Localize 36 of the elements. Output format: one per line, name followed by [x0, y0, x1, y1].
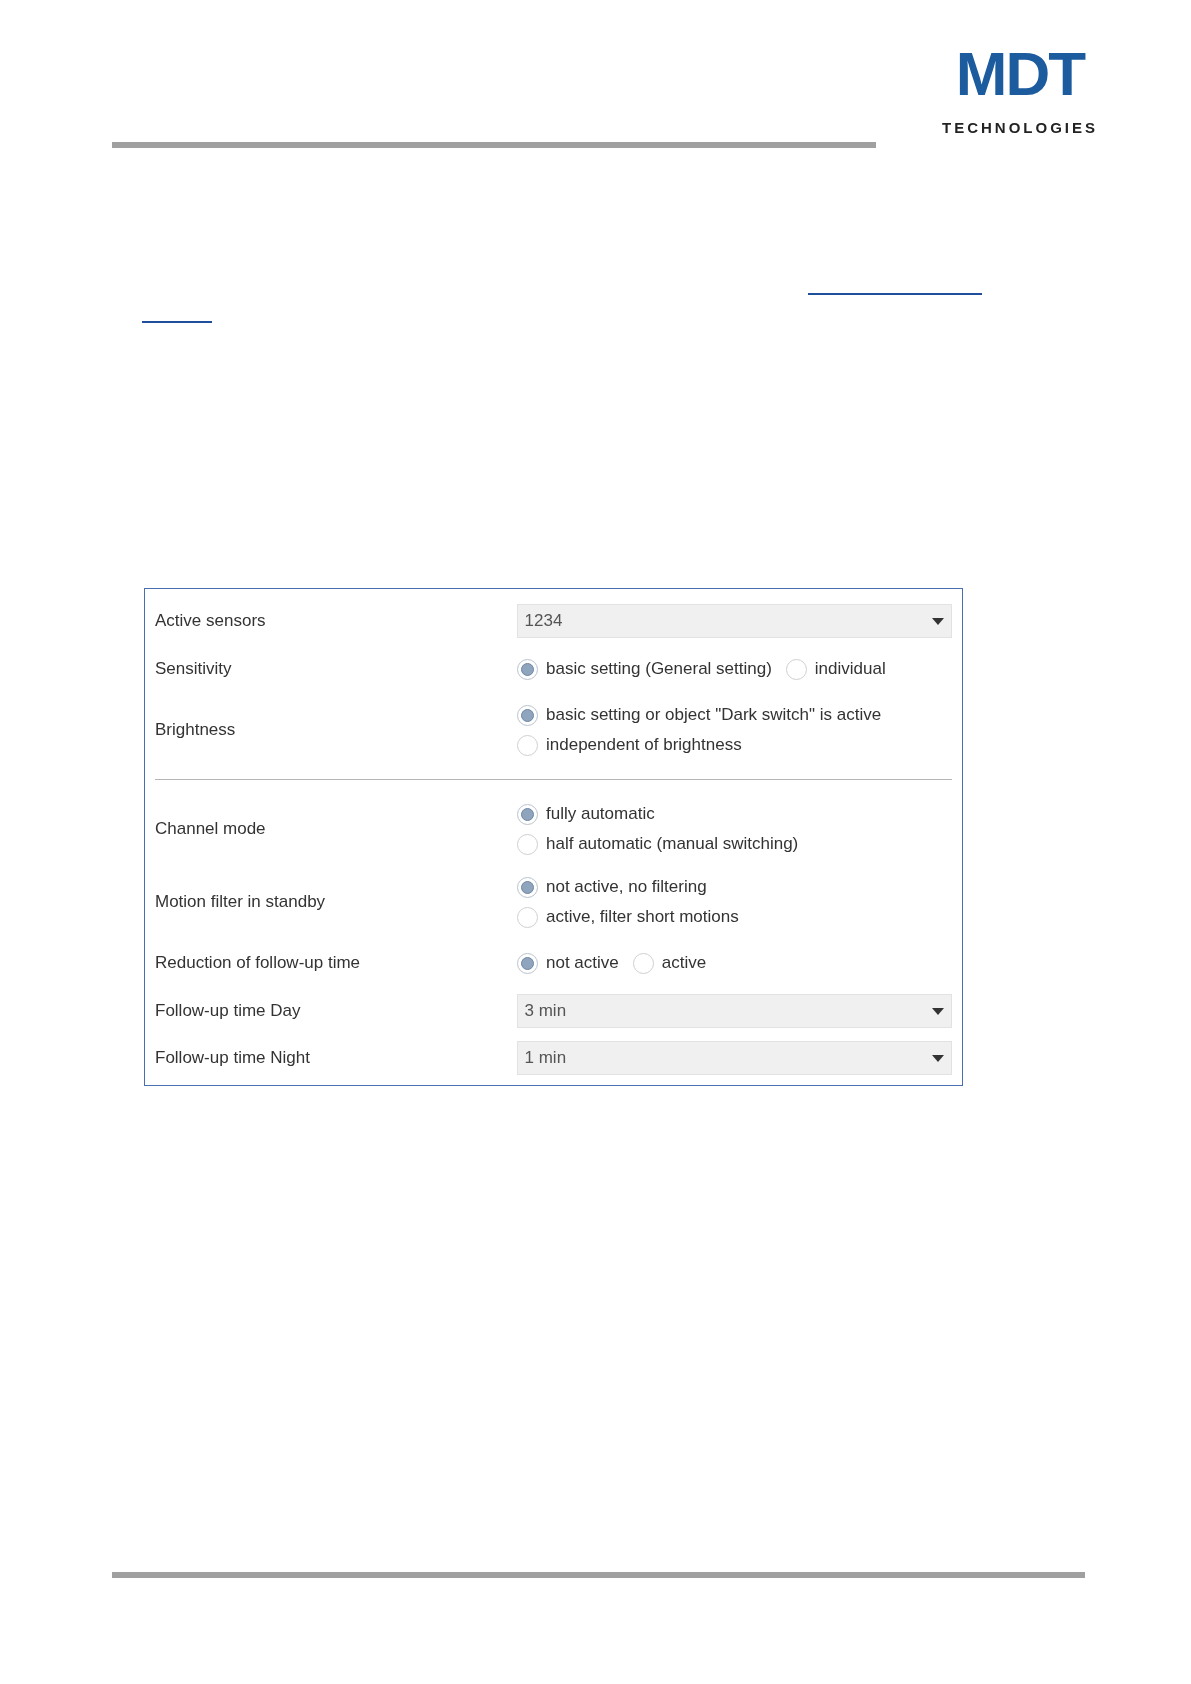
radio-button[interactable] [517, 906, 538, 928]
setting-label: Follow-up time Night [155, 1047, 311, 1070]
option-label: active, filter short motions [546, 906, 739, 929]
dropdown[interactable]: 1 min [516, 1041, 952, 1075]
radio-button[interactable] [517, 833, 538, 855]
option-label: individual [814, 658, 886, 681]
option-label: independent of brightness [546, 734, 742, 757]
link-underline [142, 321, 212, 323]
setting-label: Active sensors [155, 610, 267, 633]
option-label: active [661, 952, 707, 975]
radio-button[interactable] [517, 704, 538, 726]
setting-label: Reduction of follow-up time [155, 952, 362, 975]
logo: MDT TECHNOLOGIES [941, 45, 1099, 138]
option-label: basic setting (General setting) [546, 658, 772, 681]
caret-icon [932, 1007, 944, 1015]
setting-label: Motion filter in standby [155, 891, 327, 914]
setting-label: Follow-up time Day [155, 1000, 302, 1023]
setting-label: Channel mode [155, 818, 267, 841]
radio-button[interactable] [785, 658, 807, 680]
dropdown[interactable]: 3 min [516, 994, 952, 1028]
caret-icon [932, 1054, 944, 1062]
radio-button[interactable] [517, 734, 538, 756]
setting-label: Sensitivity [155, 658, 233, 681]
radio-button[interactable] [517, 876, 538, 898]
option-label: fully automatic [546, 803, 655, 826]
radio-button[interactable] [517, 803, 538, 825]
radio-button[interactable] [517, 658, 538, 680]
caret-icon [932, 617, 944, 625]
option-label: basic setting or object "Dark switch" is active [546, 704, 882, 727]
option-label: not active, no filtering [546, 876, 707, 899]
dropdown[interactable]: 1234 [516, 604, 952, 638]
option-label: not active [546, 952, 619, 975]
option-label: half automatic (manual switching) [546, 833, 799, 856]
radio-button[interactable] [632, 952, 654, 974]
radio-button[interactable] [517, 952, 538, 974]
setting-label: Brightness [155, 719, 237, 742]
